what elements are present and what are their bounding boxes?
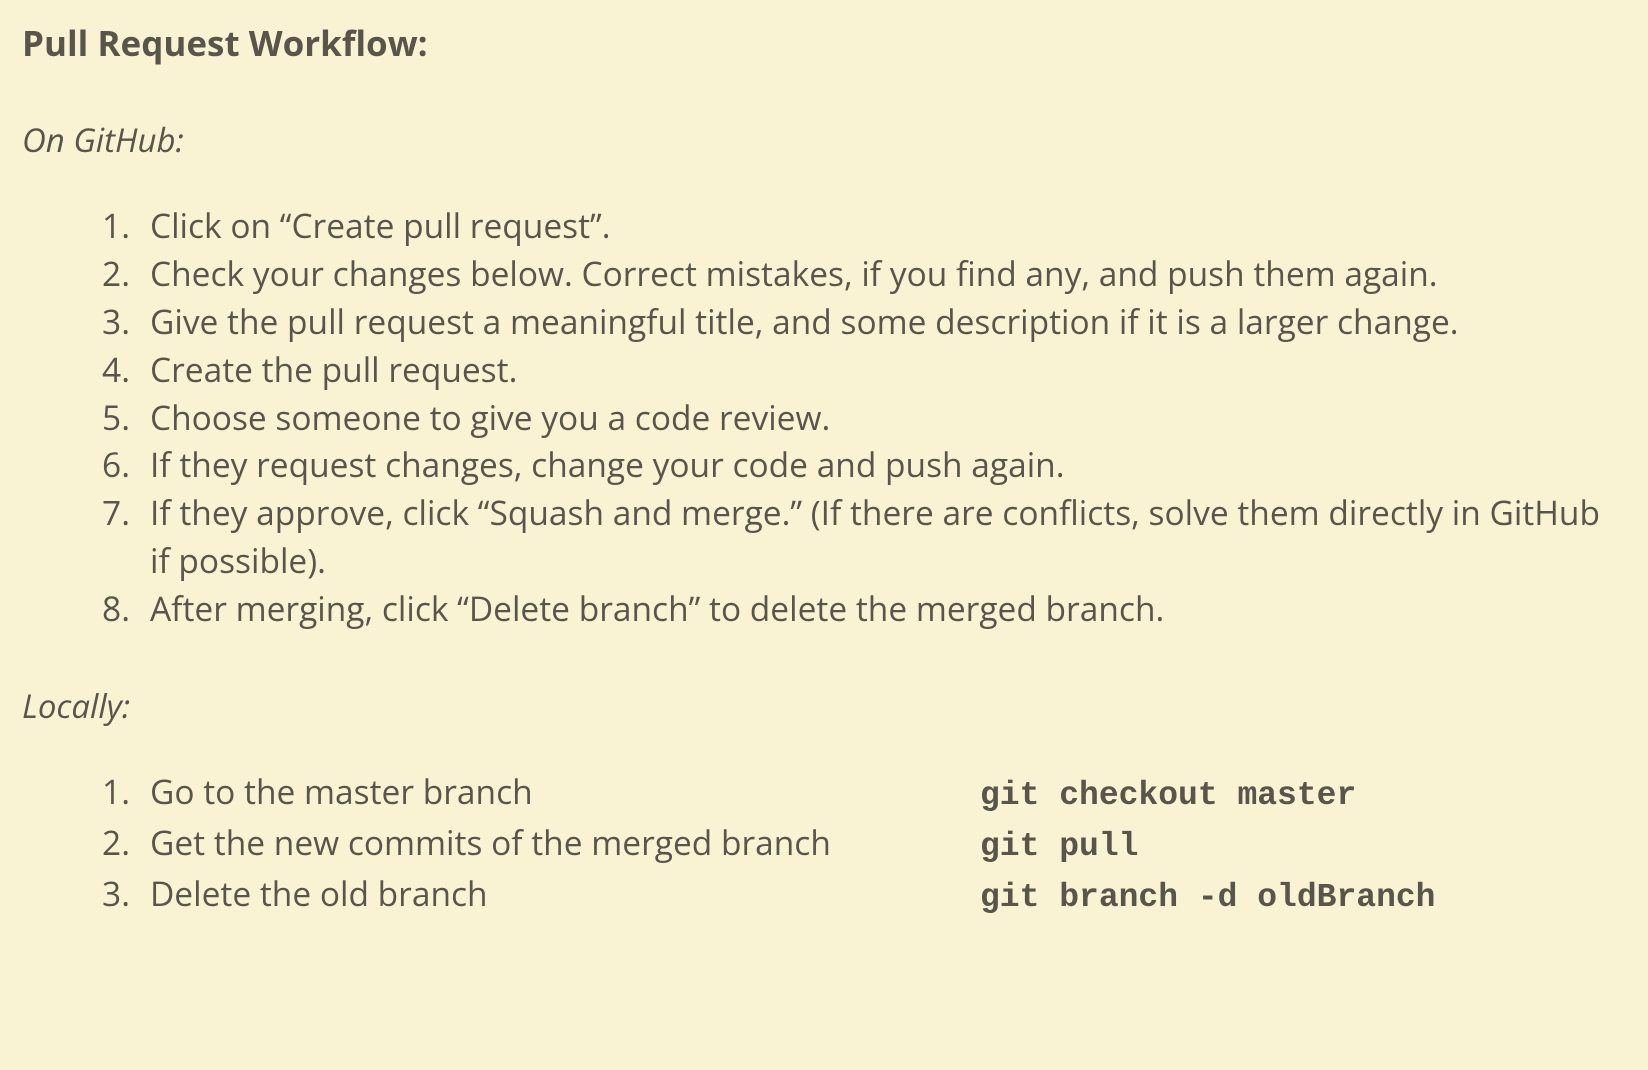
locally-steps-list: Go to the master branch git checkout mas… bbox=[92, 768, 1628, 922]
list-item: After merging, click “Delete branch” to … bbox=[92, 585, 1628, 633]
document-title: Pull Request Workflow: bbox=[22, 20, 1628, 67]
list-item: Go to the master branch git checkout mas… bbox=[92, 768, 1628, 819]
section-heading-github: On GitHub: bbox=[22, 117, 1628, 162]
list-item: Get the new commits of the merged branch… bbox=[92, 819, 1628, 870]
step-text: Delete the old branch bbox=[150, 870, 980, 918]
list-item: Click on “Create pull request”. bbox=[92, 202, 1628, 250]
list-item: Choose someone to give you a code review… bbox=[92, 394, 1628, 442]
list-item: Give the pull request a meaningful title… bbox=[92, 298, 1628, 346]
command-text: git pull bbox=[980, 823, 1138, 870]
step-text: Go to the master branch bbox=[150, 768, 980, 816]
github-steps-list: Click on “Create pull request”. Check yo… bbox=[92, 202, 1628, 633]
command-text: git checkout master bbox=[980, 772, 1356, 819]
section-heading-locally: Locally: bbox=[22, 683, 1628, 728]
list-item: If they approve, click “Squash and merge… bbox=[92, 489, 1628, 585]
list-item: Check your changes below. Correct mistak… bbox=[92, 250, 1628, 298]
command-text: git branch -d oldBranch bbox=[980, 874, 1435, 921]
step-text: Get the new commits of the merged branch bbox=[150, 819, 980, 867]
list-item: Delete the old branch git branch -d oldB… bbox=[92, 870, 1628, 921]
list-item: Create the pull request. bbox=[92, 346, 1628, 394]
list-item: If they request changes, change your cod… bbox=[92, 441, 1628, 489]
